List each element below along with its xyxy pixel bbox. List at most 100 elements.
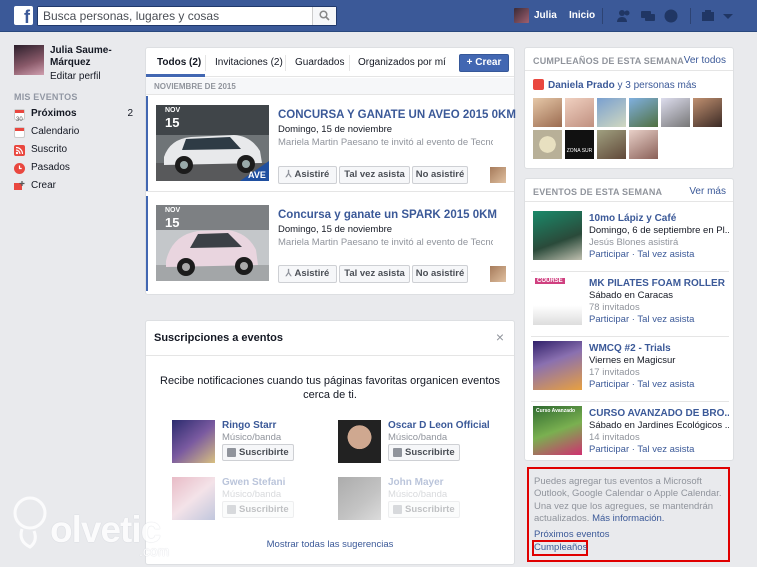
not-going-button[interactable]: No asistiré (412, 166, 468, 184)
week-event-photo[interactable]: COURSE (533, 276, 582, 325)
tab-invitations[interactable]: Invitaciones (2) (215, 57, 283, 68)
event-invite-text: Mariela Martin Paesano te invitó al even… (278, 237, 493, 248)
tab-organized[interactable]: Organizados por mí (358, 57, 446, 68)
birthday-photo[interactable] (597, 130, 626, 159)
suggestion-photo[interactable] (338, 420, 381, 463)
suggestion-item: John Mayer Músico/banda Suscribirte (338, 477, 508, 525)
upcoming-events-link[interactable]: Próximos eventos (534, 529, 610, 540)
more-info-link[interactable]: Más información. (592, 513, 664, 524)
clock-icon (14, 163, 25, 174)
see-more-link[interactable]: Ver más (689, 186, 726, 197)
subscribe-button[interactable]: Suscribirte (388, 501, 460, 518)
create-event-button[interactable]: + Crear (459, 54, 509, 72)
subscribe-label: Suscribirte (239, 447, 289, 458)
going-button[interactable]: ⅄ Asistiré (278, 166, 337, 184)
week-event-photo[interactable]: Curso Avanzado (533, 406, 582, 455)
thumb-label: COURSE (535, 278, 565, 284)
profile-link[interactable]: Julia (534, 10, 557, 21)
week-event-title[interactable]: CURSO AVANZADO DE BRO... (589, 408, 729, 419)
facebook-logo[interactable]: f (14, 6, 33, 25)
birthday-photo[interactable] (629, 130, 658, 159)
suggestion-name[interactable]: Ringo Starr (222, 420, 276, 431)
maybe-link[interactable]: Tal vez asista (637, 379, 694, 390)
participate-link[interactable]: Participar (589, 314, 629, 325)
week-event-item: WMCQ #2 - Trials Viernes en Magicsur 17 … (525, 336, 733, 401)
maybe-button[interactable]: Tal vez asista (339, 166, 410, 184)
search-button[interactable] (312, 7, 336, 25)
svg-text:AVE: AVE (248, 170, 266, 180)
going-label: Asistiré (294, 169, 330, 180)
maybe-link[interactable]: Tal vez asista (637, 444, 694, 455)
my-events-header: MIS EVENTOS (14, 92, 78, 102)
participate-link[interactable]: Participar (589, 249, 629, 260)
settings-icon[interactable] (700, 8, 716, 24)
photo-caption: ZONA SUR (566, 148, 593, 154)
birthday-photo[interactable]: ZONA SUR (565, 130, 594, 159)
suggestion-name[interactable]: Oscar D Leon Official (388, 420, 490, 431)
subscribe-button[interactable]: Suscribirte (222, 501, 294, 518)
person-icon: ⅄ (285, 268, 292, 279)
event-row: NOV 15 Concursa y ganate un SPARK 2015 0… (146, 196, 514, 291)
week-event-photo[interactable] (533, 341, 582, 390)
suggestion-name[interactable]: Gwen Stefani (222, 477, 285, 488)
sidebar-item-create[interactable]: Crear (14, 179, 139, 195)
chevron-down-icon[interactable] (720, 8, 736, 24)
birthday-photo[interactable] (597, 98, 626, 127)
divider (146, 191, 514, 192)
birthday-photo[interactable] (661, 98, 690, 127)
week-event-actions: Participar · Tal vez asista (589, 444, 695, 455)
maybe-link[interactable]: Tal vez asista (637, 249, 694, 260)
tab-all[interactable]: Todos (2) (157, 57, 201, 68)
sidebar-item-calendar[interactable]: Calendario (14, 125, 139, 141)
sidebar-item-past[interactable]: Pasados (14, 161, 139, 177)
edit-profile-link[interactable]: Editar perfil (50, 71, 101, 82)
suggestion-photo[interactable] (338, 477, 381, 520)
home-link[interactable]: Inicio (569, 10, 595, 21)
sidebar-item-label: Pasados (31, 162, 70, 173)
show-all-suggestions-link[interactable]: Mostrar todas las sugerencias (146, 539, 514, 550)
event-date: Domingo, 15 de noviembre (278, 124, 393, 135)
participate-link[interactable]: Participar (589, 379, 629, 390)
week-event-title[interactable]: MK PILATES FOAM ROLLER (589, 278, 729, 289)
maybe-button[interactable]: Tal vez asista (339, 265, 410, 283)
inviter-avatar[interactable] (490, 266, 506, 282)
profile-avatar[interactable] (14, 45, 44, 75)
suggestion-name[interactable]: John Mayer (388, 477, 444, 488)
inviter-avatar[interactable] (490, 167, 506, 183)
notifications-icon[interactable] (663, 8, 679, 24)
close-icon[interactable]: × (496, 329, 504, 345)
subscribe-button[interactable]: Suscribirte (388, 444, 460, 461)
messages-icon[interactable] (640, 8, 656, 24)
week-events-card: EVENTOS DE ESTA SEMANA Ver más 10mo Lápi… (524, 178, 734, 461)
week-event-title[interactable]: WMCQ #2 - Trials (589, 343, 729, 354)
event-title[interactable]: Concursa y ganate un SPARK 2015 0KM (278, 209, 497, 221)
birthday-photo[interactable] (693, 98, 722, 127)
friends-icon[interactable] (616, 8, 632, 24)
birthday-photo[interactable] (533, 130, 562, 159)
going-button[interactable]: ⅄ Asistiré (278, 265, 337, 283)
thumb-label: Curso Avanzado (536, 408, 576, 414)
birthday-photo[interactable] (565, 98, 594, 127)
sidebar-item-upcoming[interactable]: 30 Próximos 2 (14, 107, 139, 123)
tab-saved[interactable]: Guardados (295, 57, 344, 68)
birthday-person-link[interactable]: Daniela Prado (548, 80, 615, 91)
suggestion-photo[interactable] (172, 420, 215, 463)
profile-name[interactable]: Julia Saume-Márquez (50, 45, 130, 69)
subscribe-button[interactable]: Suscribirte (222, 444, 294, 461)
week-event-photo[interactable] (533, 211, 582, 260)
search-input[interactable] (38, 7, 308, 25)
participate-link[interactable]: Participar (589, 444, 629, 455)
birthday-photo[interactable] (629, 98, 658, 127)
sidebar-item-subscribed[interactable]: Suscrito (14, 143, 139, 159)
birthday-photo[interactable] (533, 98, 562, 127)
event-title[interactable]: CONCURSA Y GANATE UN AVEO 2015 0KM (278, 109, 516, 121)
not-going-button[interactable]: No asistiré (412, 265, 468, 283)
event-invite-text: Mariela Martin Paesano te invitó al even… (278, 137, 493, 148)
birthday-others[interactable]: y 3 personas más (617, 80, 696, 91)
see-all-link[interactable]: Ver todos (684, 55, 726, 66)
birthdays-link[interactable]: Cumpleaños (534, 542, 587, 553)
user-avatar[interactable] (514, 8, 529, 23)
week-event-title[interactable]: 10mo Lápiz y Café (589, 213, 729, 224)
maybe-link[interactable]: Tal vez asista (637, 314, 694, 325)
suggestion-category: Músico/banda (222, 489, 282, 500)
